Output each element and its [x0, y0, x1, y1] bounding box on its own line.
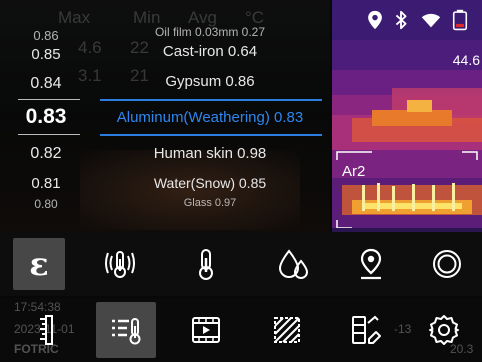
ghost-right: -13	[394, 322, 412, 336]
ruler-button[interactable]	[20, 304, 72, 356]
main-toolbar: 17:54:38 2023-11-01 FOTRIC -13 20.3	[0, 298, 482, 362]
bluetooth-icon	[395, 10, 407, 30]
screen: Max Min Avg °C 4.6 22 3.1 21 0.86 0.85 0…	[0, 0, 482, 362]
selection-line-bottom-left	[18, 134, 80, 135]
emissivity-button[interactable]: ε	[13, 238, 65, 290]
thermal-image	[332, 0, 482, 232]
palette-edit-icon	[352, 315, 381, 344]
ghost-max: Max	[58, 8, 91, 27]
water-drops-icon	[278, 249, 309, 280]
ring-icon	[433, 250, 461, 278]
ruler-icon	[40, 315, 53, 345]
emissivity-value[interactable]: 0.82	[0, 145, 92, 163]
emissivity-value[interactable]: 0.86	[0, 28, 92, 43]
list-thermometer-icon	[112, 318, 141, 345]
selection-line-bottom	[100, 134, 322, 136]
image-area-button[interactable]	[261, 304, 313, 356]
ambient-temperature-button[interactable]	[180, 238, 232, 290]
distance-button[interactable]	[345, 238, 397, 290]
humidity-button[interactable]	[268, 238, 320, 290]
material-item[interactable]: Water(Snow) 0.85	[95, 175, 325, 191]
material-item[interactable]: Cast-iron 0.64	[95, 43, 325, 60]
selection-line-top-left	[18, 99, 80, 100]
emissivity-symbol: ε	[29, 245, 49, 283]
battery-icon	[452, 9, 468, 31]
material-item-selected[interactable]: Aluminum(Weathering) 0.83	[95, 109, 325, 126]
gear-icon	[429, 315, 459, 345]
settings-button[interactable]	[418, 304, 470, 356]
emissivity-value[interactable]: 0.84	[0, 75, 92, 93]
film-play-icon	[192, 317, 220, 343]
wifi-icon	[421, 13, 441, 28]
material-item[interactable]: Glass 0.97	[95, 197, 325, 209]
location-pin-icon	[360, 248, 382, 280]
emissivity-picker[interactable]: Max Min Avg °C 4.6 22 3.1 21 0.86 0.85 0…	[0, 0, 330, 232]
material-item[interactable]: Gypsum 0.86	[95, 73, 325, 90]
palette-edit-button[interactable]	[340, 304, 392, 356]
location-pin-icon	[368, 10, 382, 30]
emissivity-value-selected[interactable]: 0.83	[0, 105, 92, 129]
thermometer-waves-icon	[105, 251, 135, 278]
selection-line-top	[100, 99, 322, 101]
area-label[interactable]: Ar2	[342, 163, 365, 180]
temperature-list-button[interactable]	[96, 302, 156, 358]
parameter-toolbar: ε	[0, 232, 482, 296]
material-item[interactable]: Human skin 0.98	[95, 145, 325, 162]
thermal-view[interactable]: 44.6 Ar2	[332, 0, 482, 232]
material-item[interactable]: Oil film 0.03mm 0.27	[95, 25, 325, 39]
hatched-square-icon	[274, 317, 300, 343]
reflected-temperature-button[interactable]	[94, 238, 146, 290]
emissivity-value[interactable]: 0.85	[0, 46, 92, 63]
emissivity-value[interactable]: 0.80	[0, 197, 92, 211]
video-button[interactable]	[180, 304, 232, 356]
thermometer-icon	[199, 249, 213, 280]
emissivity-value[interactable]: 0.81	[0, 175, 92, 192]
temperature-readout: 44.6	[452, 52, 480, 68]
lens-setting-button[interactable]	[421, 238, 473, 290]
